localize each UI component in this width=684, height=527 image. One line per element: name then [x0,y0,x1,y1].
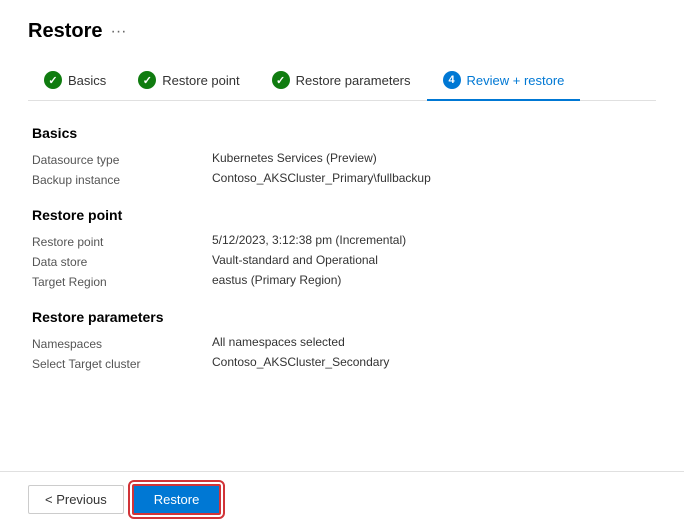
datasource-value: Kubernetes Services (Preview) [212,151,377,167]
tab-basics[interactable]: Basics [28,63,122,101]
target-region-label: Target Region [32,273,212,289]
tab-restore-parameters-label: Restore parameters [296,73,411,88]
tab-restore-point-label: Restore point [162,73,239,88]
tab-restore-parameters[interactable]: Restore parameters [256,63,427,101]
step-number-review: 4 [443,71,461,89]
datasource-label: Datasource type [32,151,212,167]
tab-basics-label: Basics [68,73,106,88]
target-region-row: Target Region eastus (Primary Region) [32,273,652,289]
target-cluster-value: Contoso_AKSCluster_Secondary [212,355,389,371]
basics-section-title: Basics [32,125,652,141]
restore-button[interactable]: Restore [132,484,222,515]
restore-point-label: Restore point [32,233,212,249]
datasource-row: Datasource type Kubernetes Services (Pre… [32,151,652,167]
restore-point-section-title: Restore point [32,207,652,223]
check-icon-restore-point [138,71,156,89]
wizard-tabs: Basics Restore point Restore parameters … [28,63,656,101]
review-content: Basics Datasource type Kubernetes Servic… [28,125,656,371]
restore-point-section: Restore point Restore point 5/12/2023, 3… [32,207,652,289]
namespaces-value: All namespaces selected [212,335,345,351]
restore-parameters-section: Restore parameters Namespaces All namesp… [32,309,652,371]
backup-instance-row: Backup instance Contoso_AKSCluster_Prima… [32,171,652,187]
restore-point-row: Restore point 5/12/2023, 3:12:38 pm (Inc… [32,233,652,249]
data-store-value: Vault-standard and Operational [212,253,378,269]
restore-point-value: 5/12/2023, 3:12:38 pm (Incremental) [212,233,406,249]
namespaces-label: Namespaces [32,335,212,351]
more-options-icon[interactable]: ··· [110,23,126,41]
namespaces-row: Namespaces All namespaces selected [32,335,652,351]
target-region-value: eastus (Primary Region) [212,273,341,289]
basics-section: Basics Datasource type Kubernetes Servic… [32,125,652,187]
data-store-row: Data store Vault-standard and Operationa… [32,253,652,269]
target-cluster-label: Select Target cluster [32,355,212,371]
page-title: Restore [28,20,102,43]
tab-restore-point[interactable]: Restore point [122,63,255,101]
check-icon-restore-parameters [272,71,290,89]
backup-instance-label: Backup instance [32,171,212,187]
footer: < Previous Restore [0,471,684,527]
previous-button[interactable]: < Previous [28,485,124,514]
target-cluster-row: Select Target cluster Contoso_AKSCluster… [32,355,652,371]
backup-instance-value: Contoso_AKSCluster_Primary\fullbackup [212,171,431,187]
tab-review-restore[interactable]: 4 Review + restore [427,63,581,101]
data-store-label: Data store [32,253,212,269]
restore-parameters-section-title: Restore parameters [32,309,652,325]
tab-review-restore-label: Review + restore [467,73,565,88]
check-icon-basics [44,71,62,89]
